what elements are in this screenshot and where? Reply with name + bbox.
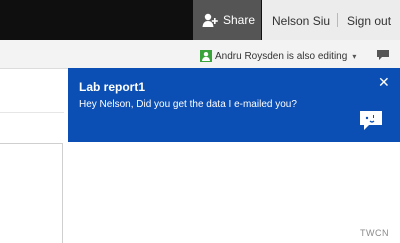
chat-bubble-icon[interactable] <box>376 49 390 61</box>
person-badge-icon <box>200 50 212 62</box>
notification-title: Lab report1 <box>79 80 146 94</box>
share-label: Share <box>223 13 256 27</box>
chevron-down-icon: ▾ <box>352 51 357 61</box>
header-divider <box>337 13 338 27</box>
user-name-link[interactable]: Nelson Siu <box>272 14 330 28</box>
user-area: Nelson Siu Sign out <box>262 0 400 40</box>
coauthoring-bar: Andru Roysden is also editing ▾ <box>0 40 400 69</box>
page-divider <box>0 112 64 113</box>
add-person-icon <box>202 13 218 27</box>
reply-chat-icon[interactable] <box>359 110 383 132</box>
close-icon[interactable]: ✕ <box>378 74 390 91</box>
document-page <box>0 143 63 243</box>
coauthor-text: Andru Roysden is also editing <box>215 50 348 62</box>
share-button[interactable]: Share <box>193 0 261 40</box>
chat-notification[interactable]: Lab report1 Hey Nelson, Did you get the … <box>68 68 400 142</box>
top-bar: Share Nelson Siu Sign out <box>0 0 400 40</box>
watermark: TWCN <box>360 228 389 238</box>
sign-out-link[interactable]: Sign out <box>347 14 391 28</box>
coauthor-status[interactable]: Andru Roysden is also editing ▾ <box>200 50 356 62</box>
notification-message: Hey Nelson, Did you get the data I e-mai… <box>79 99 297 110</box>
